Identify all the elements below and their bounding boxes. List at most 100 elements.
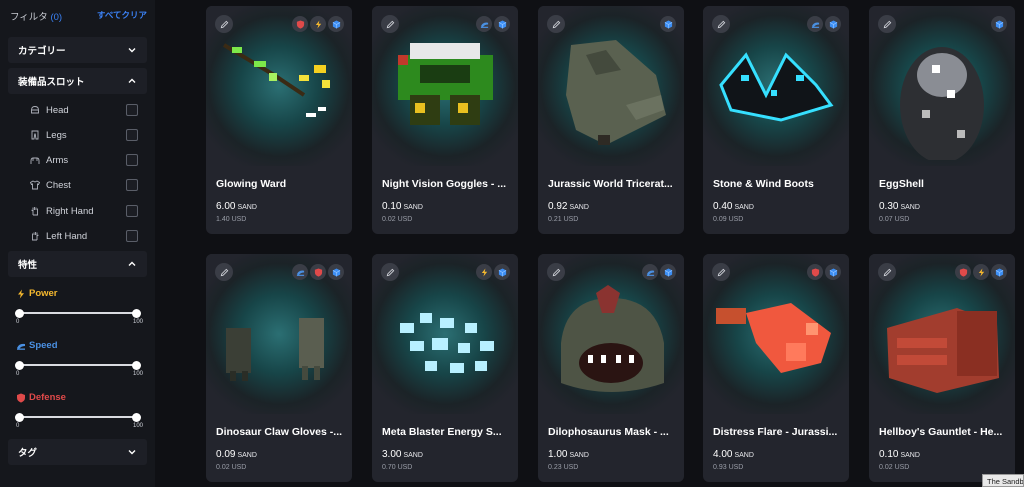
section-slots-label: 装備品スロット	[18, 77, 85, 88]
trait-defense: Defense	[16, 392, 66, 403]
item-price: 6.00 SAND	[216, 201, 257, 212]
cube-icon	[494, 264, 510, 280]
item-card[interactable]: Glowing Ward 6.00 SAND 1.40 USD	[206, 6, 352, 234]
item-name: Meta Blaster Energy S...	[382, 426, 502, 438]
item-card[interactable]: Distress Flare - Jurassi... 4.00 SAND 0.93 …	[703, 254, 849, 482]
range-slider[interactable]	[14, 360, 141, 370]
item-card[interactable]: Stone & Wind Boots 0.40 SAND 0.09 USD	[703, 6, 849, 234]
price-currency: SAND	[237, 452, 257, 459]
slider-min-handle[interactable]	[14, 360, 24, 370]
pencil-icon[interactable]	[878, 15, 896, 33]
filter-title: フィルタ (0)	[10, 12, 63, 23]
trait-speed: Speed	[16, 340, 58, 351]
speed-icon	[476, 16, 492, 32]
slot-checkbox[interactable]	[126, 104, 138, 116]
item-price-usd: 1.40 USD	[216, 216, 247, 223]
slot-head[interactable]: Head	[30, 103, 138, 117]
item-price: 0.30 SAND	[879, 201, 920, 212]
slider-max-handle[interactable]	[131, 360, 141, 370]
trait-badges	[642, 264, 676, 280]
item-price: 0.92 SAND	[548, 201, 589, 212]
section-category[interactable]: カテゴリー	[8, 37, 147, 63]
chevron-up-icon	[128, 78, 136, 83]
power-icon	[476, 264, 492, 280]
item-price-usd: 0.02 USD	[216, 464, 247, 471]
item-price-usd: 0.70 USD	[382, 464, 413, 471]
pencil-icon[interactable]	[215, 263, 233, 281]
cube-icon	[825, 16, 841, 32]
pencil-icon[interactable]	[712, 263, 730, 281]
slider-min-handle[interactable]	[14, 412, 24, 422]
trait-badges	[292, 264, 344, 280]
range-slider[interactable]	[14, 308, 141, 318]
item-card[interactable]: Night Vision Goggles - ... 0.10 SAND 0.02 U…	[372, 6, 518, 234]
cube-icon	[991, 264, 1007, 280]
slot-left-hand[interactable]: Left Hand	[30, 229, 138, 243]
item-card[interactable]: Dinosaur Claw Gloves -... 0.09 SAND 0.02 US…	[206, 254, 352, 482]
price-currency: SAND	[403, 204, 423, 211]
item-name: Stone & Wind Boots	[713, 178, 814, 190]
range-min-label: 0	[16, 371, 20, 377]
tooltip: The Sandbox	[982, 474, 1024, 487]
slot-chest[interactable]: Chest	[29, 178, 138, 192]
section-tags[interactable]: タグ	[8, 439, 147, 465]
section-category-label: カテゴリー	[18, 46, 66, 57]
filter-sidebar: フィルタ (0) すべてクリア カテゴリー 装備品スロット Head Legs Ar…	[0, 0, 155, 487]
cube-icon	[328, 16, 344, 32]
chest-icon	[29, 180, 41, 190]
defense-icon	[310, 264, 326, 280]
power-icon	[973, 264, 989, 280]
range-max-label: 100	[132, 423, 143, 429]
section-equipment-slots[interactable]: 装備品スロット	[8, 68, 147, 94]
slot-checkbox[interactable]	[126, 154, 138, 166]
slot-legs[interactable]: Legs	[30, 128, 138, 142]
slot-checkbox[interactable]	[126, 129, 138, 141]
right-hand-icon	[30, 206, 40, 216]
item-card[interactable]: Dilophosaurus Mask - ... 1.00 SAND 0.23 USD	[538, 254, 684, 482]
range-labels: 0 100	[16, 371, 143, 377]
price-value: 0.10	[382, 201, 402, 212]
price-value: 0.10	[879, 449, 899, 460]
pencil-icon[interactable]	[547, 15, 565, 33]
range-labels: 0 100	[16, 423, 143, 429]
item-card[interactable]: Hellboy's Gauntlet - He... 0.10 SAND 0.02 U…	[869, 254, 1015, 482]
pencil-icon[interactable]	[381, 15, 399, 33]
slot-checkbox[interactable]	[126, 179, 138, 191]
pencil-icon[interactable]	[215, 15, 233, 33]
price-value: 6.00	[216, 201, 236, 212]
slot-right-hand[interactable]: Right Hand	[30, 204, 138, 218]
item-price: 4.00 SAND	[713, 449, 754, 460]
slider-max-handle[interactable]	[131, 412, 141, 422]
range-slider[interactable]	[14, 412, 141, 422]
price-currency: SAND	[403, 452, 423, 459]
speed-icon	[292, 264, 308, 280]
slot-arms[interactable]: Arms	[30, 153, 138, 167]
trait-label: Defense	[29, 392, 66, 403]
left-hand-icon	[30, 231, 40, 241]
slot-checkbox[interactable]	[126, 230, 138, 242]
cube-icon	[991, 16, 1007, 32]
price-value: 0.09	[216, 449, 236, 460]
pencil-icon[interactable]	[878, 263, 896, 281]
slot-label: Left Hand	[46, 230, 88, 242]
range-labels: 0 100	[16, 319, 143, 325]
slot-checkbox[interactable]	[126, 205, 138, 217]
item-card[interactable]: Meta Blaster Energy S... 3.00 SAND 0.70 USD	[372, 254, 518, 482]
section-traits[interactable]: 特性	[8, 251, 147, 277]
item-price-usd: 0.02 USD	[382, 216, 413, 223]
slot-label: Head	[46, 104, 69, 116]
pencil-icon[interactable]	[712, 15, 730, 33]
item-price: 1.00 SAND	[548, 449, 589, 460]
trait-badges	[476, 16, 510, 32]
cube-icon	[328, 264, 344, 280]
slot-label: Arms	[46, 154, 69, 166]
slider-min-handle[interactable]	[14, 308, 24, 318]
item-card[interactable]: EggShell 0.30 SAND 0.07 USD	[869, 6, 1015, 234]
pencil-icon[interactable]	[547, 263, 565, 281]
item-card[interactable]: Jurassic World Tricerat... 0.92 SAND 0.21 U…	[538, 6, 684, 234]
range-min-label: 0	[16, 319, 20, 325]
power-icon	[310, 16, 326, 32]
clear-all-button[interactable]: すべてクリア	[97, 9, 147, 23]
pencil-icon[interactable]	[381, 263, 399, 281]
slider-max-handle[interactable]	[131, 308, 141, 318]
